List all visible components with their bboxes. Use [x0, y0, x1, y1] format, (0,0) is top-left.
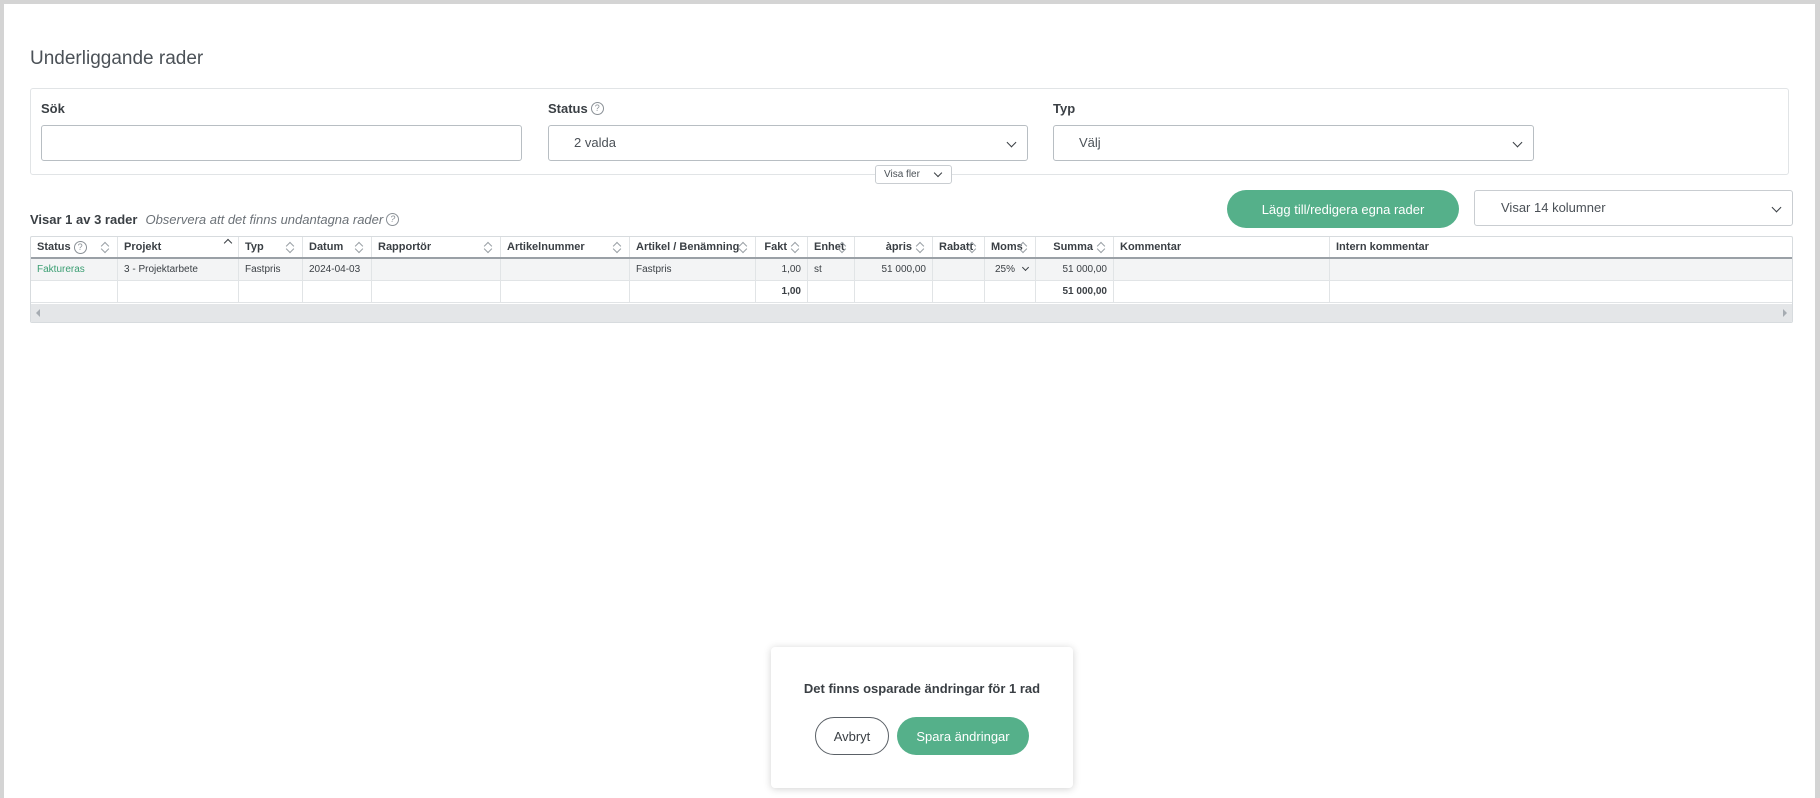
cancel-button[interactable]: Avbryt	[815, 717, 889, 755]
sort-icon	[739, 241, 749, 253]
datum-cell[interactable]: 2024-04-03	[303, 259, 372, 280]
type-label: Typ	[1053, 100, 1076, 116]
kommentar-cell[interactable]	[1114, 259, 1330, 280]
column-header-summa[interactable]: Summa	[1036, 237, 1114, 257]
sort-icon	[968, 241, 978, 253]
intern-kommentar-cell[interactable]	[1330, 259, 1792, 280]
column-header-kommentar[interactable]: Kommentar	[1114, 237, 1330, 257]
section-title: Underliggande rader	[30, 48, 204, 69]
chevron-down-icon	[1512, 137, 1523, 148]
column-header-typ[interactable]: Typ	[239, 237, 303, 257]
sort-icon	[1019, 241, 1029, 253]
chevron-down-icon	[1021, 263, 1030, 272]
column-header-rapportor[interactable]: Rapportör	[372, 237, 501, 257]
typ-cell[interactable]: Fastpris	[239, 259, 303, 280]
enhet-cell[interactable]: st	[808, 259, 855, 280]
totals-row: 1,00 51 000,00	[31, 281, 1792, 303]
type-filter: Typ Välj	[1053, 100, 1534, 161]
table-header-row: Status ? Projekt Typ Datum Rapportör Art…	[31, 237, 1792, 259]
rapportor-cell[interactable]	[372, 259, 501, 280]
rows-table: Status ? Projekt Typ Datum Rapportör Art…	[30, 236, 1793, 323]
column-header-datum[interactable]: Datum	[303, 237, 372, 257]
row-count: Visar 1 av 3 rader	[30, 212, 138, 227]
edit-rows-button[interactable]: Lägg till/redigera egna rader	[1227, 190, 1459, 228]
show-more-button[interactable]: Visa fler	[875, 165, 952, 184]
unsaved-changes-message: Det finns osparade ändringar för 1 rad	[803, 681, 1041, 696]
fakt-cell[interactable]: 1,00	[756, 259, 808, 280]
table-row[interactable]: Faktureras 3 - Projektarbete Fastpris 20…	[31, 259, 1792, 281]
summa-total: 51 000,00	[1036, 281, 1114, 302]
sort-icon	[286, 241, 296, 253]
search-filter: Sök	[41, 100, 522, 161]
type-select-value: Välj	[1079, 135, 1101, 150]
status-filter: Status ? 2 valda	[548, 100, 1028, 161]
save-changes-button[interactable]: Spara ändringar	[897, 717, 1029, 755]
sort-icon	[1097, 241, 1107, 253]
column-header-artikel[interactable]: Artikel / Benämning	[630, 237, 756, 257]
artikel-cell[interactable]: Fastpris	[630, 259, 756, 280]
apris-cell[interactable]: 51 000,00	[855, 259, 933, 280]
sort-icon	[101, 241, 111, 253]
filter-panel: Sök Status ? 2 valda Typ Välj	[30, 88, 1789, 175]
search-input[interactable]	[41, 125, 522, 161]
column-header-moms[interactable]: Moms	[985, 237, 1036, 257]
show-more-label: Visa fler	[884, 169, 920, 180]
column-header-artikelnummer[interactable]: Artikelnummer	[501, 237, 630, 257]
status-select-value: 2 valda	[574, 135, 616, 150]
row-count-line: Visar 1 av 3 rader Observera att det fin…	[30, 212, 400, 227]
status-select[interactable]: 2 valda	[548, 125, 1028, 161]
chevron-down-icon	[1771, 202, 1782, 213]
columns-select-value: Visar 14 kolumner	[1501, 200, 1606, 215]
sort-icon	[916, 241, 926, 253]
column-header-enhet[interactable]: Enhet	[808, 237, 855, 257]
type-select[interactable]: Välj	[1053, 125, 1534, 161]
status-label: Status	[548, 100, 588, 116]
sort-ascending-icon	[223, 238, 233, 248]
sort-icon	[484, 241, 494, 253]
help-icon[interactable]: ?	[590, 101, 604, 115]
artikelnummer-cell[interactable]	[501, 259, 630, 280]
column-header-intern-kommentar[interactable]: Intern kommentar	[1330, 237, 1792, 257]
fakt-total: 1,00	[756, 281, 808, 302]
column-header-status[interactable]: Status ?	[31, 237, 118, 257]
rabatt-cell[interactable]	[933, 259, 985, 280]
projekt-cell[interactable]: 3 - Projektarbete	[118, 259, 239, 280]
sort-icon	[791, 241, 801, 253]
moms-value: 25%	[994, 264, 1015, 275]
scroll-left-icon[interactable]	[36, 309, 40, 317]
sort-icon	[838, 241, 848, 253]
help-icon[interactable]: ?	[386, 213, 400, 226]
search-label: Sök	[41, 100, 65, 116]
sort-icon	[355, 241, 365, 253]
column-header-fakt[interactable]: Fakt	[756, 237, 808, 257]
status-cell[interactable]: Faktureras	[31, 259, 118, 280]
page: Underliggande rader Sök Status ? 2 valda…	[4, 4, 1815, 798]
columns-select[interactable]: Visar 14 kolumner	[1474, 190, 1793, 226]
column-header-projekt[interactable]: Projekt	[118, 237, 239, 257]
unsaved-changes-dialog: Det finns osparade ändringar för 1 rad A…	[771, 647, 1073, 788]
column-header-rabatt[interactable]: Rabatt	[933, 237, 985, 257]
moms-select[interactable]: 25%	[985, 259, 1036, 280]
scroll-right-icon[interactable]	[1783, 309, 1787, 317]
help-icon[interactable]: ?	[73, 240, 87, 254]
chevron-down-icon	[1006, 137, 1017, 148]
summa-cell: 51 000,00	[1036, 259, 1114, 280]
horizontal-scrollbar[interactable]	[31, 304, 1792, 322]
sort-icon	[613, 241, 623, 253]
excluded-rows-note: Observera att det finns undantagna rader	[145, 212, 384, 227]
chevron-down-icon	[933, 168, 943, 178]
column-header-apris[interactable]: àpris	[855, 237, 933, 257]
